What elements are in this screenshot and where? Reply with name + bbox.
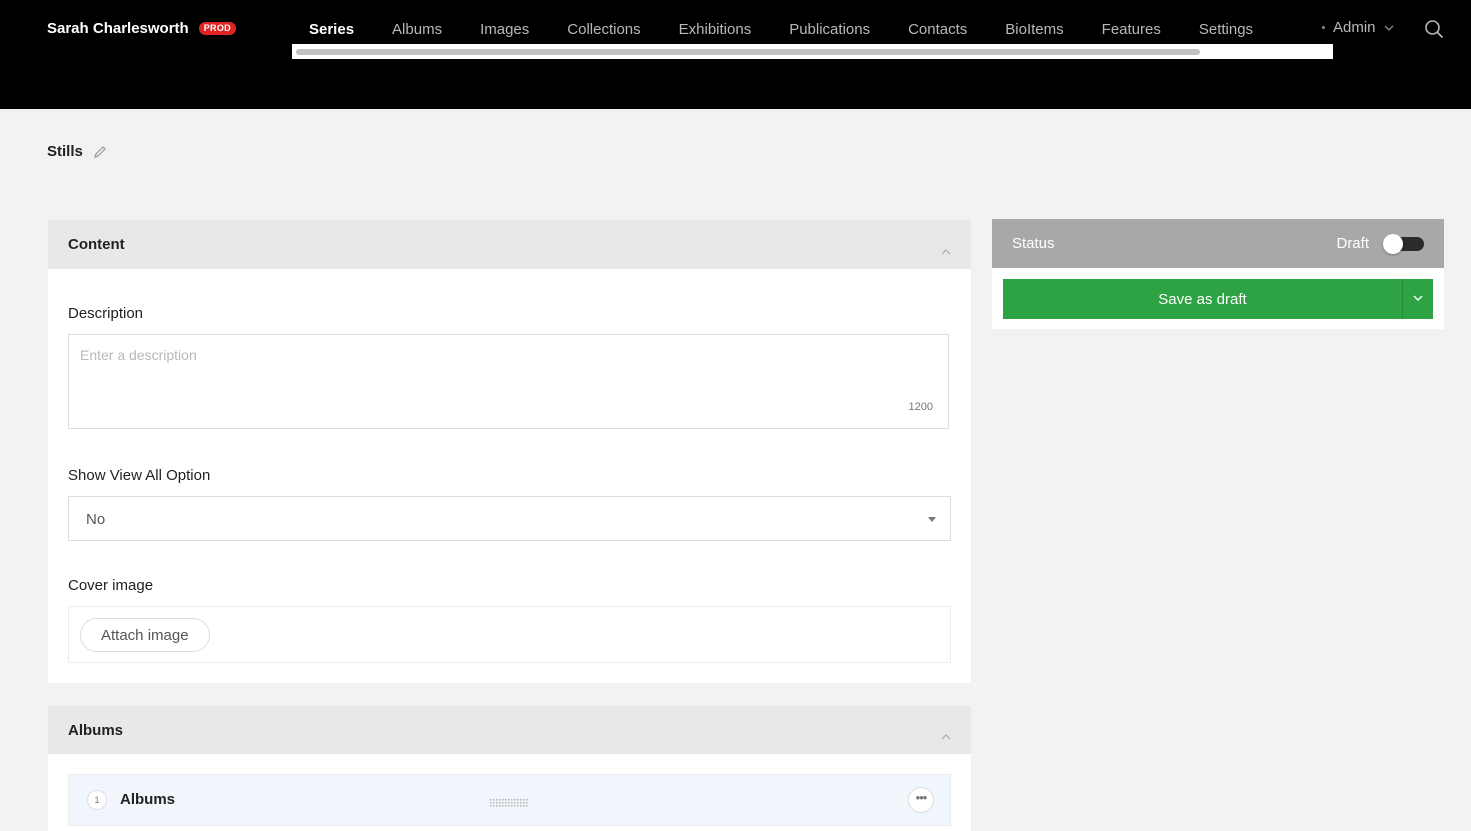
collapse-chevron-icon[interactable] <box>941 727 951 740</box>
nav-scrollbar-thumb[interactable] <box>296 49 1200 55</box>
edit-pencil-icon[interactable] <box>93 145 107 159</box>
search-icon[interactable] <box>1424 19 1444 39</box>
content-panel-title: Content <box>68 236 125 253</box>
status-panel-header: Status Draft <box>992 219 1444 268</box>
nav-scrollbar[interactable] <box>292 44 1333 59</box>
albums-panel: Albums 1 Albums ••• <box>48 706 971 831</box>
page-title: Stills <box>47 143 107 160</box>
nav-item-publications[interactable]: Publications <box>789 21 870 38</box>
publish-toggle[interactable] <box>1383 233 1424 254</box>
albums-panel-header[interactable]: Albums <box>48 706 971 754</box>
save-button-group: Save as draft <box>1003 279 1433 319</box>
nav-item-features[interactable]: Features <box>1102 21 1161 38</box>
save-options-dropdown[interactable] <box>1402 279 1433 319</box>
status-panel: Status Draft Save as draft <box>992 219 1444 329</box>
admin-label: Admin <box>1333 19 1376 36</box>
show-view-all-value: No <box>86 511 106 528</box>
toggle-knob <box>1383 233 1403 254</box>
nav-item-series[interactable]: Series <box>309 21 354 38</box>
nav-item-albums[interactable]: Albums <box>392 21 442 38</box>
nav-item-collections[interactable]: Collections <box>567 21 640 38</box>
admin-menu[interactable]: Admin <box>1322 19 1394 36</box>
page-title-text: Stills <box>47 143 83 160</box>
nav-item-images[interactable]: Images <box>480 21 529 38</box>
character-counter: 1200 <box>908 401 933 413</box>
cover-image-field: Attach image <box>68 606 951 663</box>
description-placeholder: Enter a description <box>80 347 197 363</box>
environment-badge: PROD <box>198 22 236 35</box>
content-panel-header[interactable]: Content <box>48 220 971 269</box>
status-state-label: Draft <box>1336 235 1369 252</box>
drag-handle-icon[interactable] <box>490 795 530 807</box>
nav-item-exhibitions[interactable]: Exhibitions <box>679 21 752 38</box>
chevron-down-icon <box>1384 22 1394 34</box>
more-options-button[interactable]: ••• <box>908 787 934 813</box>
nav-item-bioitems[interactable]: BioItems <box>1005 21 1063 38</box>
row-index: 1 <box>87 790 107 810</box>
content-panel: Content Description Enter a description … <box>48 220 971 683</box>
nav-item-settings[interactable]: Settings <box>1199 21 1253 38</box>
cover-image-label: Cover image <box>68 577 154 594</box>
attach-image-button[interactable]: Attach image <box>80 618 210 652</box>
admin-dot-icon <box>1322 26 1325 29</box>
albums-panel-title: Albums <box>68 721 124 739</box>
nav-item-contacts[interactable]: Contacts <box>908 21 967 38</box>
description-label: Description <box>68 305 144 322</box>
dropdown-arrow-icon <box>928 517 936 522</box>
top-navigation-bar: Sarah Charlesworth PROD Series Albums Im… <box>0 0 1471 109</box>
show-view-all-select[interactable]: No <box>68 496 951 541</box>
save-as-draft-button[interactable]: Save as draft <box>1003 279 1402 319</box>
brand-name: Sarah Charlesworth <box>47 20 189 37</box>
status-title: Status <box>1012 235 1055 252</box>
collapse-chevron-icon[interactable] <box>941 242 951 254</box>
list-item[interactable]: 1 Albums ••• <box>68 774 951 826</box>
main-nav: Series Albums Images Collections Exhibit… <box>290 19 1291 39</box>
row-title: Albums <box>120 791 176 808</box>
status-state: Draft <box>1336 233 1424 254</box>
show-view-all-label: Show View All Option <box>68 467 211 484</box>
site-brand[interactable]: Sarah Charlesworth PROD <box>47 20 236 37</box>
description-field[interactable]: Enter a description 1200 <box>68 334 949 429</box>
